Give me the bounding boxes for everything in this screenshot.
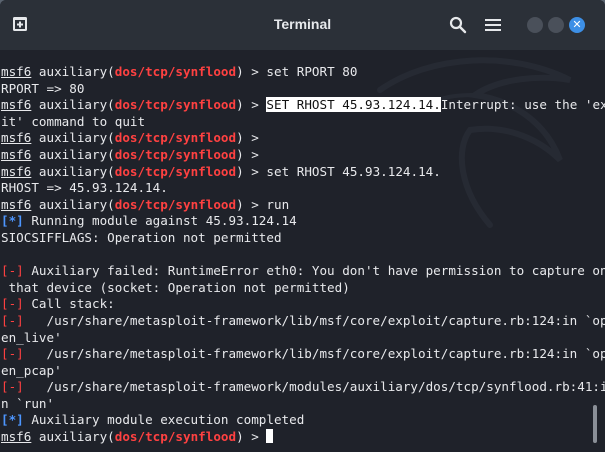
output-text: /usr/share/metasploit-framework/modules/… [23, 379, 605, 395]
error-tag: [-] [1, 296, 24, 312]
terminal-line: [*] Running module against 45.93.124.14 [1, 213, 591, 230]
prompt-prefix: msf6 [1, 196, 32, 212]
terminal-line: [-] /usr/share/metasploit-framework/lib/… [1, 312, 605, 330]
terminal-line: SIOCSIFFLAGS: Operation not permitted [1, 230, 591, 247]
terminal-line: msf6 auxiliary(dos/tcp/synflood) > [1, 147, 591, 164]
window-title: Terminal [273, 16, 332, 32]
output-text: /usr/share/metasploit-framework/lib/msf/… [23, 346, 605, 362]
terminal-line: msf6 auxiliary(dos/tcp/synflood) > [1, 429, 591, 446]
scrollbar[interactable] [593, 405, 597, 443]
terminal-line: en_pcap' [1, 363, 591, 380]
prompt-module-close: ) > [236, 64, 267, 79]
command-text: run [266, 196, 290, 212]
prompt-module-name: dos/tcp/synflood [114, 196, 237, 212]
text-cursor [266, 429, 274, 444]
search-icon[interactable] [449, 16, 467, 34]
prompt-module-name: dos/tcp/synflood [114, 64, 237, 79]
prompt-module-name: dos/tcp/synflood [114, 130, 237, 146]
close-icon: ✕ [572, 18, 582, 31]
close-button[interactable]: ✕ [569, 17, 585, 33]
command-text: set RHOST 45.93.124.14. [266, 163, 441, 179]
title-bar[interactable]: Terminal ✕ [0, 0, 605, 50]
output-text: Call stack: [23, 296, 115, 312]
terminal-line: [-] /usr/share/metasploit-framework/modu… [1, 379, 605, 396]
output-text: en_live' [1, 329, 62, 345]
terminal-line: it' command to quit [1, 114, 591, 131]
prompt-module-name: dos/tcp/synflood [114, 146, 237, 162]
prompt-module-name: dos/tcp/synflood [114, 429, 237, 445]
prompt-module-close: ) > [236, 429, 267, 445]
terminal-line: msf6 auxiliary(dos/tcp/synflood) > SET R… [1, 97, 605, 114]
terminal-line: RPORT => 80 [1, 81, 591, 98]
command-text: set RPORT 80 [266, 64, 358, 79]
terminal-line: RHOST => 45.93.124.14. [1, 180, 591, 197]
error-tag: [-] [1, 346, 24, 362]
prompt-module-open: auxiliary( [31, 64, 115, 79]
hamburger-menu-icon[interactable] [484, 17, 502, 33]
output-text: n `run' [1, 395, 55, 411]
prompt-prefix: msf6 [1, 429, 32, 445]
maximize-button[interactable] [548, 17, 564, 33]
prompt-module-open: auxiliary( [31, 196, 115, 212]
prompt-module-close: ) > [236, 146, 267, 162]
terminal-line: n `run' [1, 396, 591, 413]
info-tag: [*] [1, 213, 24, 229]
info-tag: [*] [1, 412, 24, 428]
terminal-line: that device (socket: Operation not permi… [1, 280, 591, 297]
output-text: that device (socket: Operation not permi… [1, 279, 350, 295]
error-tag: [-] [1, 312, 24, 328]
prompt-prefix: msf6 [1, 97, 32, 113]
prompt-module-close: ) > [236, 163, 267, 179]
prompt-module-close: ) > [236, 196, 267, 212]
terminal-window: Terminal ✕ msf6 auxiliary(dos/tcp/synflo… [0, 0, 605, 452]
prompt-module-name: dos/tcp/synflood [114, 97, 237, 113]
command-text: Interrupt: use the 'ex [440, 97, 605, 113]
prompt-prefix: msf6 [1, 163, 32, 179]
prompt-module-close: ) > [236, 130, 267, 146]
prompt-module-open: auxiliary( [31, 429, 115, 445]
terminal-line: msf6 auxiliary(dos/tcp/synflood) > set R… [1, 164, 591, 181]
terminal-line: msf6 auxiliary(dos/tcp/synflood) > run [1, 197, 591, 214]
output-text: SIOCSIFFLAGS: Operation not permitted [1, 229, 282, 245]
prompt-prefix: msf6 [1, 64, 32, 79]
output-text: Running module against 45.93.124.14 [23, 213, 297, 229]
error-tag: [-] [1, 379, 24, 395]
prompt-module-open: auxiliary( [31, 97, 115, 113]
output-text: RPORT => 80 [1, 80, 85, 96]
terminal-line: [-] Call stack: [1, 296, 591, 313]
prompt-prefix: msf6 [1, 130, 32, 146]
output-text: it' command to quit [1, 113, 146, 129]
minimize-button[interactable] [527, 17, 543, 33]
terminal-line: msf6 auxiliary(dos/tcp/synflood) > [1, 130, 591, 147]
terminal-line: [*] Auxiliary module execution completed [1, 412, 591, 429]
output-text: Auxiliary failed: RuntimeError eth0: You… [23, 263, 605, 279]
terminal-line: en_live' [1, 330, 591, 347]
prompt-module-close: ) > [236, 97, 267, 113]
prompt-prefix: msf6 [1, 146, 32, 162]
prompt-module-open: auxiliary( [31, 130, 115, 146]
error-tag: [-] [1, 263, 24, 279]
terminal-line: msf6 auxiliary(dos/tcp/synflood) > set R… [1, 64, 591, 81]
prompt-module-open: auxiliary( [31, 146, 115, 162]
output-text: /usr/share/metasploit-framework/lib/msf/… [23, 312, 605, 328]
prompt-module-open: auxiliary( [31, 163, 115, 179]
terminal-line: [-] /usr/share/metasploit-framework/lib/… [1, 346, 605, 363]
terminal-output: msf6 auxiliary(dos/tcp/synflood) > set R… [1, 64, 605, 446]
output-text: RHOST => 45.93.124.14. [1, 180, 168, 196]
selected-command-text: SET RHOST 45.93.124.14. [266, 97, 441, 113]
prompt-module-name: dos/tcp/synflood [114, 163, 237, 179]
output-text: Auxiliary module execution completed [23, 412, 305, 428]
output-text: en_pcap' [1, 362, 62, 378]
terminal-line: [-] Auxiliary failed: RuntimeError eth0:… [1, 263, 605, 280]
